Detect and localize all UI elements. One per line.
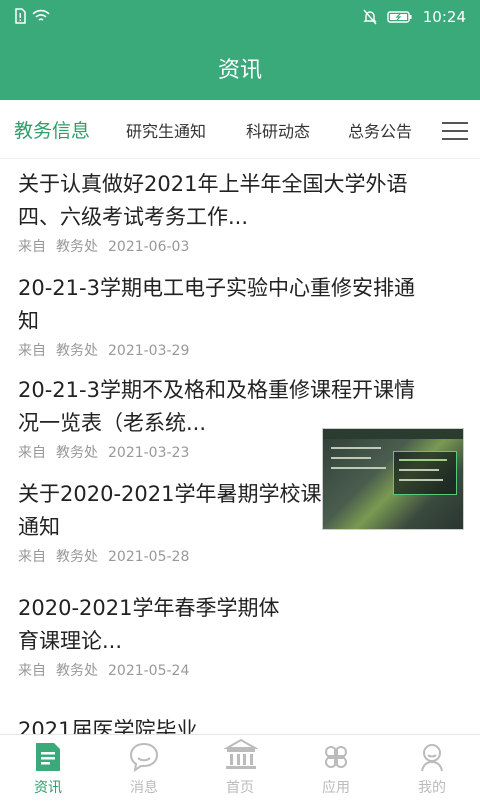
list-item[interactable]: 2020-2021学年春季学期体 育课理论... 来自 教务处 2021-05-24 — [18, 592, 308, 680]
wifi-icon — [32, 9, 50, 21]
sim-alert-icon — [15, 8, 26, 24]
news-title: 关于认真做好2021年上半年全国大学外语 四、六级考试考务工作... — [18, 172, 408, 229]
chat-icon — [129, 742, 159, 773]
menu-icon[interactable] — [442, 118, 468, 140]
news-meta: 来自 教务处 2021-03-29 — [18, 343, 190, 359]
list-item[interactable]: 关于认真做好2021年上半年全国大学外语 四、六级考试考务工作... 来自 教务处 2… — [18, 168, 468, 256]
category-tabs: 教务信息 研究生通知 科研动态 总务公告 — [0, 100, 480, 159]
nav-apps[interactable]: 应用 — [288, 735, 384, 801]
app-bar: 资讯 — [0, 34, 480, 100]
nav-messages[interactable]: 消息 — [96, 735, 192, 801]
news-title: 2020-2021学年春季学期体 育课理论... — [18, 596, 280, 653]
news-meta: 来自 教务处 2021-05-28 — [18, 549, 190, 565]
mute-bell-icon — [363, 9, 377, 25]
bottom-nav: 资讯 消息 首页 应用 我的 — [0, 734, 480, 801]
home-building-icon — [224, 738, 258, 769]
news-icon — [36, 743, 60, 771]
nav-news[interactable]: 资讯 — [0, 735, 96, 801]
tab-academic-info[interactable]: 教务信息 — [14, 116, 90, 143]
status-bar: 10:24 — [0, 0, 480, 34]
news-thumbnail[interactable] — [322, 428, 464, 530]
tab-graduate-notice[interactable]: 研究生通知 — [126, 118, 206, 142]
news-title: 20-21-3学期电工电子实验中心重修安排通知 — [18, 276, 415, 333]
battery-icon — [387, 11, 412, 23]
tab-research-news[interactable]: 科研动态 — [246, 118, 310, 142]
page-title: 资讯 — [217, 58, 262, 83]
nav-profile[interactable]: 我的 — [384, 735, 480, 801]
status-time: 10:24 — [422, 8, 466, 26]
nav-home[interactable]: 首页 — [192, 735, 288, 801]
news-meta: 来自 教务处 2021-06-03 — [18, 239, 190, 255]
news-title: 2021届医学院毕业 — [18, 718, 198, 734]
news-meta: 来自 教务处 2021-05-24 — [18, 663, 190, 679]
list-item[interactable]: 20-21-3学期电工电子实验中心重修安排通知 来自 教务处 2021-03-29 — [18, 272, 468, 360]
tab-general-affairs[interactable]: 总务公告 — [348, 118, 422, 142]
list-item[interactable]: 2021届医学院毕业 — [18, 714, 468, 734]
apps-icon — [325, 746, 347, 768]
user-icon — [421, 744, 443, 772]
